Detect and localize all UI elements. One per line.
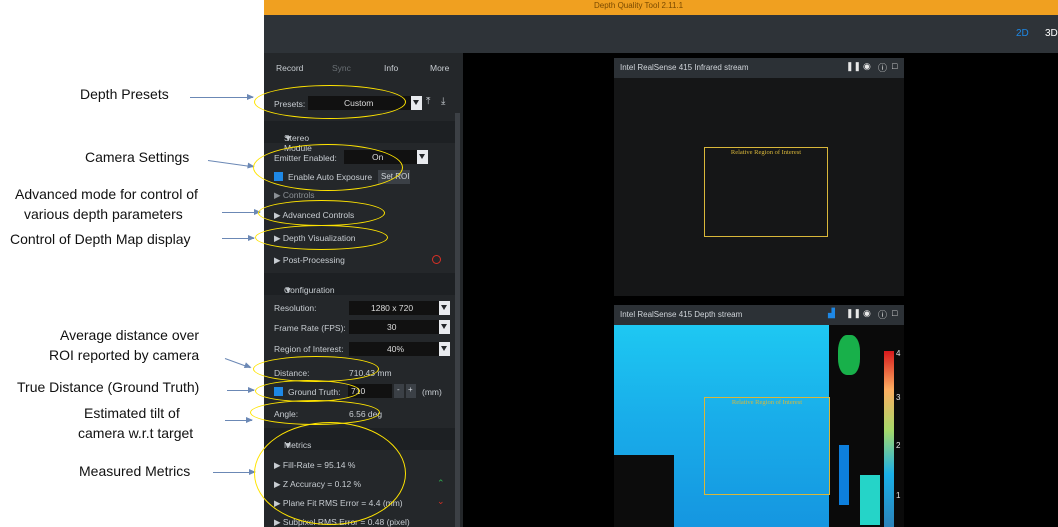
highlight-ellipse-camera-settings <box>253 144 403 191</box>
section-configuration[interactable]: ▼ Configuration <box>264 273 455 295</box>
annotation-measured-metrics: Measured Metrics <box>79 463 191 479</box>
increment-button[interactable]: + <box>406 384 416 398</box>
pointer-arrow <box>222 209 261 215</box>
frame-rate-value: 30 <box>387 322 397 332</box>
pointer-arrow <box>213 469 256 475</box>
camera-snapshot-icon[interactable]: ◉ <box>863 61 871 72</box>
roi-value: 40% <box>387 344 405 354</box>
post-processing-item[interactable]: ▶ Post-Processing <box>274 255 345 266</box>
depth-noise-region <box>839 445 849 505</box>
depth-noise-region <box>860 475 880 525</box>
highlight-ellipse-angle <box>250 400 380 425</box>
pointer-arrow <box>190 94 254 100</box>
highlight-ellipse-metrics <box>254 422 406 525</box>
annotation-tilt-2: camera w.r.t target <box>78 425 194 441</box>
frame-rate-label: Frame Rate (FPS): <box>274 323 346 333</box>
colorbar-tick: 2 <box>896 441 901 450</box>
depth-noise-region <box>838 335 860 375</box>
maximize-icon[interactable]: □ <box>892 61 897 71</box>
highlight-ellipse-presets <box>254 85 406 119</box>
highlight-ellipse-distance <box>253 356 379 382</box>
chevron-down-icon <box>439 320 450 334</box>
depth-roi-label: Relative Region of Interest <box>731 399 803 406</box>
download-preset-icon[interactable]: ⤓ <box>441 96 445 107</box>
resolution-dropdown[interactable]: 1280 x 720 <box>349 301 450 315</box>
mode-3d-button[interactable]: 3D <box>1045 28 1058 39</box>
pointer-arrow <box>222 235 255 241</box>
annotation-advanced-mode-2: various depth parameters <box>24 206 183 222</box>
pointer-arrow <box>225 417 253 423</box>
upload-preset-icon[interactable]: ⤒ <box>426 96 430 107</box>
chevron-down-icon <box>417 150 428 164</box>
frame-rate-dropdown[interactable]: 30 <box>349 320 450 334</box>
top-toolbar: 2D 3D <box>264 15 1058 53</box>
resolution-value: 1280 x 720 <box>371 303 414 313</box>
annotation-advanced-mode-1: Advanced mode for control of <box>15 186 198 202</box>
infrared-roi-label: Relative Region of Interest <box>730 149 802 156</box>
depth-stream-panel: Intel RealSense 415 Depth stream ▟ ❚❚ ◉ … <box>614 305 904 527</box>
annotation-camera-settings: Camera Settings <box>85 149 190 165</box>
depth-roi-box: Relative Region of Interest <box>704 397 830 495</box>
pause-icon[interactable]: ❚❚ <box>846 308 861 319</box>
info-icon[interactable]: ⓘ <box>878 61 887 74</box>
depth-colorbar <box>884 351 894 527</box>
section-stereo-module[interactable]: ▼ Stereo Module <box>264 121 455 153</box>
infrared-roi-box: Relative Region of Interest <box>704 147 828 237</box>
annotation-avg-distance-1: Average distance over <box>60 327 200 343</box>
pointer-arrow <box>207 160 254 168</box>
colorbar-tick: 3 <box>896 393 901 402</box>
infrared-stream-header: Intel RealSense 415 Infrared stream ❚❚ ◉… <box>614 58 904 78</box>
chevron-down-icon <box>439 342 450 356</box>
chevron-down-icon <box>411 96 422 110</box>
tab-record[interactable]: Record <box>276 63 303 73</box>
depth-noise-region <box>614 455 674 527</box>
annotation-true-distance: True Distance (Ground Truth) <box>17 379 200 395</box>
highlight-ellipse-depth-visualization <box>255 225 388 250</box>
title-bar: Depth Quality Tool 2.11.1 <box>264 0 1058 15</box>
tab-sync[interactable]: Sync <box>332 63 351 73</box>
maximize-icon[interactable]: □ <box>892 308 897 318</box>
decrement-button[interactable]: - <box>394 384 404 398</box>
resolution-label: Resolution: <box>274 303 317 313</box>
annotation-depth-map-display: Control of Depth Map display <box>10 231 191 247</box>
mode-2d-button[interactable]: 2D <box>1016 28 1029 39</box>
camera-snapshot-icon[interactable]: ◉ <box>863 308 871 319</box>
highlight-ellipse-advanced-controls <box>258 200 385 226</box>
sidebar-scrollbar[interactable] <box>455 113 460 527</box>
infrared-stream-title: Intel RealSense 415 Infrared stream <box>620 63 749 72</box>
pointer-arrow <box>227 387 255 393</box>
chart-icon[interactable]: ▟ <box>828 308 835 319</box>
colorbar-tick: 1 <box>896 491 901 500</box>
roi-label: Region of Interest: <box>274 344 344 354</box>
window-title: Depth Quality Tool 2.11.1 <box>594 1 684 10</box>
depth-stream-header: Intel RealSense 415 Depth stream ▟ ❚❚ ◉ … <box>614 305 904 325</box>
annotation-tilt-1: Estimated tilt of <box>84 405 180 421</box>
pointer-arrow <box>224 358 251 369</box>
metric-ok-icon: ⌃ <box>437 478 445 488</box>
infrared-stream-panel: Intel RealSense 415 Infrared stream ❚❚ ◉… <box>614 58 904 296</box>
tab-more[interactable]: More <box>430 63 449 73</box>
roi-dropdown[interactable]: 40% <box>349 342 450 356</box>
metric-warning-icon: ⌄ <box>437 496 445 506</box>
info-icon[interactable]: ⓘ <box>878 308 887 321</box>
highlight-ellipse-ground-truth <box>255 380 360 402</box>
depth-stream-title: Intel RealSense 415 Depth stream <box>620 310 743 319</box>
colorbar-tick: 4 <box>896 349 901 358</box>
power-toggle-icon[interactable] <box>432 255 441 264</box>
tab-info[interactable]: Info <box>384 63 398 73</box>
chevron-down-icon <box>439 301 450 315</box>
pause-icon[interactable]: ❚❚ <box>846 61 861 72</box>
annotation-depth-presets: Depth Presets <box>80 86 169 102</box>
annotation-avg-distance-2: ROI reported by camera <box>49 347 200 363</box>
configuration-label: Configuration <box>284 285 335 295</box>
ground-truth-unit: (mm) <box>422 387 442 397</box>
